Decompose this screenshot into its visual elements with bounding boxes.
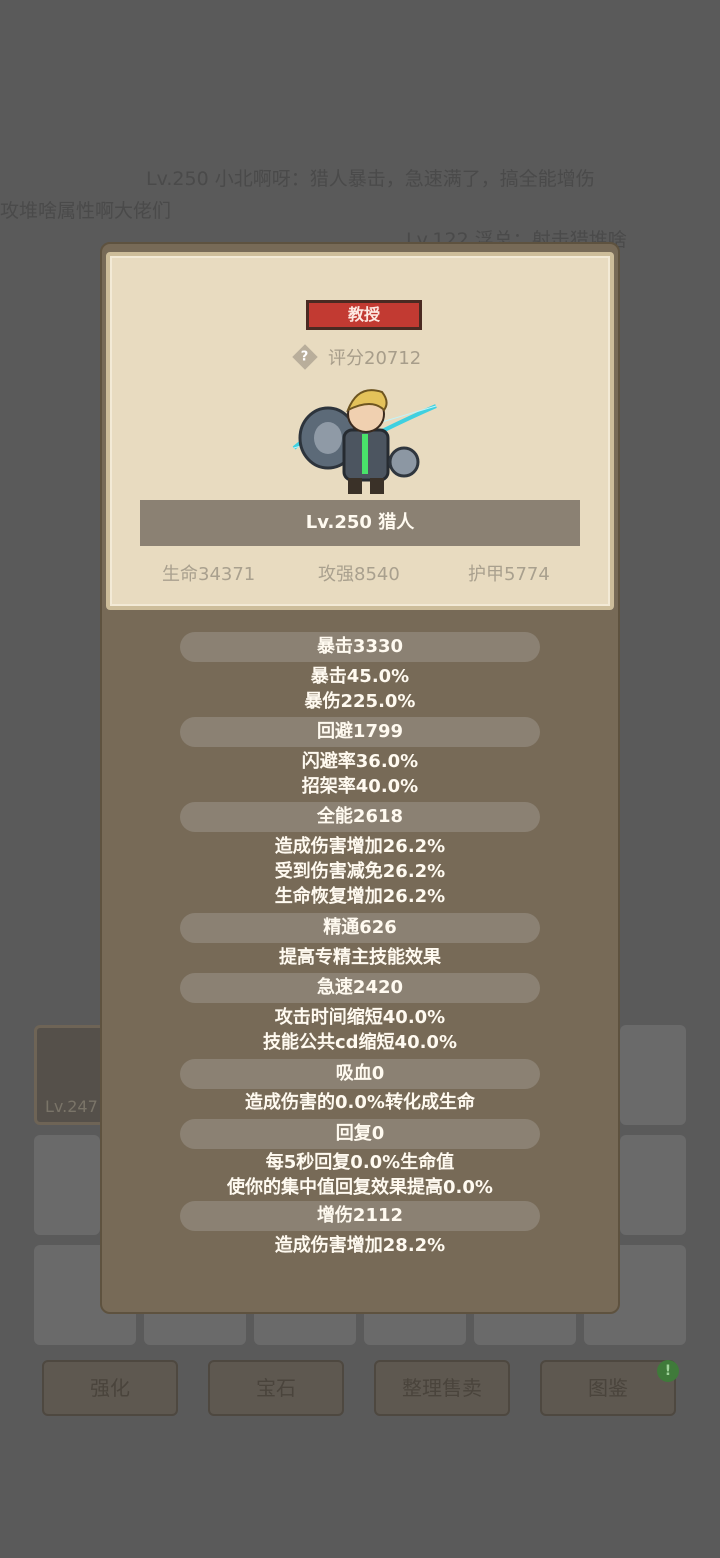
gem-button[interactable]: 宝石 [208,1360,344,1416]
section-line: 攻击时间缩短40.0% [274,1007,446,1028]
chat-message: 攻堆啥属性啊大佬们 [0,200,172,222]
inventory-slot[interactable] [620,1025,686,1125]
section-line: 使你的集中值回复效果提高0.0% [227,1177,493,1198]
section-line: 闪避率36.0% [301,751,419,772]
section-line: 提高专精主技能效果 [279,947,441,968]
hunter-portrait-icon [292,389,437,494]
section-line: 暴击45.0% [310,666,410,687]
score-value: 评分20712 [328,348,422,369]
inventory-slot[interactable] [34,1135,100,1235]
stat-health: 生命34371 [162,564,256,585]
notification-badge: ! [657,1360,679,1382]
enhance-button[interactable]: 强化 [42,1360,178,1416]
help-icon[interactable]: ? [292,344,318,370]
section-line: 造成伤害增加28.2% [274,1235,446,1256]
section-line: 暴伤225.0% [304,691,416,712]
section-line: 招架率40.0% [301,776,419,797]
section-line: 受到伤害减免26.2% [274,861,446,882]
section-header-versatility: 全能2618 [180,802,540,832]
section-header-lifesteal: 吸血0 [180,1059,540,1089]
section-header-avoidance: 回避1799 [180,717,540,747]
hero-name-banner: Lv.250 猎人 [140,500,580,546]
score-row: ? 评分20712 [292,344,422,370]
section-header-mastery: 精通626 [180,913,540,943]
section-line: 技能公共cd缩短40.0% [262,1032,457,1053]
codex-button[interactable]: 图鉴 [540,1360,676,1416]
section-line: 造成伤害增加26.2% [274,836,446,857]
rank-badge: 教授 [306,300,422,330]
inventory-item-level: Lv.247 [45,1097,98,1116]
hero-card: 教授 ? 评分20712 Lv.250 猎人 生命34371 攻强8540 护甲… [106,252,614,610]
chat-message: Lv.250 小北啊呀：猎人暴击，急速满了，搞全能增伤 [146,168,595,190]
character-stats-modal: 教授 ? 评分20712 Lv.250 猎人 生命34371 攻强8540 护甲… [100,242,620,1314]
section-line: 造成伤害的0.0%转化成生命 [245,1092,475,1113]
base-stats-row: 生命34371 攻强8540 护甲5774 [110,560,610,588]
section-line: 每5秒回复0.0%生命值 [265,1152,455,1173]
stat-armor: 护甲5774 [468,564,550,585]
inventory-slot[interactable] [620,1135,686,1235]
section-header-haste: 急速2420 [180,973,540,1003]
section-header-regen: 回复0 [180,1119,540,1149]
stat-attack-power: 攻强8540 [318,564,400,585]
section-header-damage-bonus: 增伤2112 [180,1201,540,1231]
section-header-crit: 暴击3330 [180,632,540,662]
sort-sell-button[interactable]: 整理售卖 [374,1360,510,1416]
section-line: 生命恢复增加26.2% [274,886,446,907]
